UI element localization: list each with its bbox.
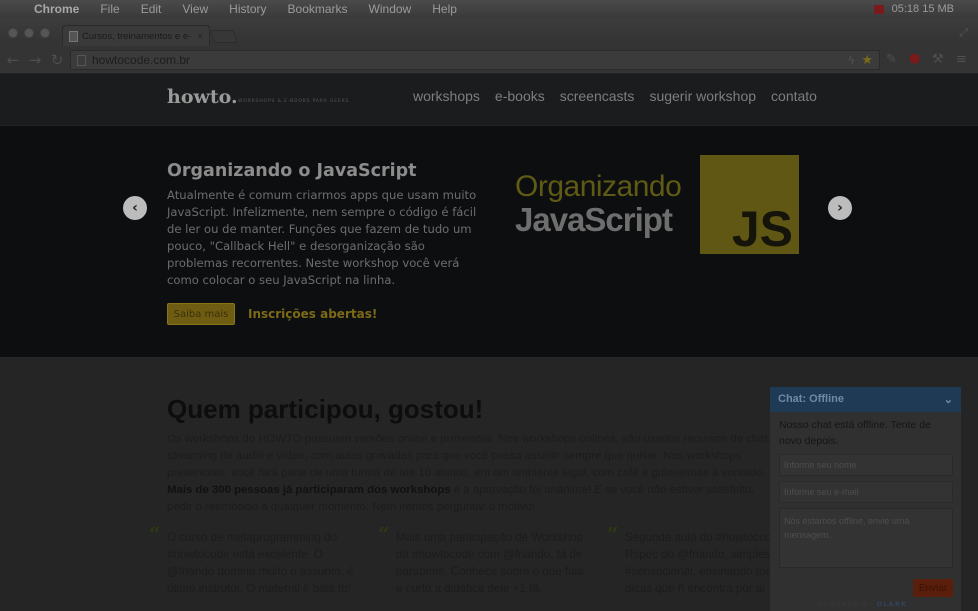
section-text-part1: Os workshops do HOWTO possuem versões on… (167, 433, 771, 479)
menu-bookmarks[interactable]: Bookmarks (288, 2, 348, 16)
powered-by-text: POWERED BY (818, 600, 877, 608)
chat-name-input[interactable]: Informe seu nome (779, 454, 953, 476)
saiba-mais-button[interactable]: Saiba mais (167, 303, 235, 325)
tab-title: Cursos, treinamentos e e- (82, 30, 192, 42)
slider-prev-button[interactable]: ‹ (123, 196, 147, 220)
site-logo[interactable]: howto. (167, 86, 238, 108)
chat-title: Chat: Offline (778, 393, 844, 405)
zoom-window-button[interactable] (40, 28, 50, 38)
js-logo: JS (700, 155, 799, 254)
browser-toolbar: ← → ↻ howtocode.com.br ϟ ★ ✎ ⬢ ⚒ ≡ (0, 46, 978, 74)
menu-view[interactable]: View (182, 2, 208, 16)
chat-widget: Chat: Offline ⌄ Nosso chat está offline.… (770, 387, 961, 611)
back-arrow-icon[interactable]: ← (2, 51, 24, 69)
registration-status: Inscrições abertas! (248, 307, 378, 321)
quote-icon: “ (149, 522, 161, 546)
page-icon (77, 54, 86, 66)
section-text-bold: Mais de 300 pessoas já participaram dos … (167, 484, 451, 496)
url-text[interactable]: howtocode.com.br (92, 53, 190, 67)
lightning-icon[interactable]: ϟ (848, 54, 855, 67)
section-title: Quem participou, gostou! (167, 394, 484, 424)
menu-file[interactable]: File (100, 2, 119, 16)
chevron-left-icon: ‹ (132, 200, 138, 216)
pin-extension-icon[interactable]: ✎ (886, 52, 897, 67)
tab-close-icon[interactable]: × (197, 31, 203, 42)
menubar-status-text: 05:18 15 MB (891, 3, 954, 15)
nav-sugerir-workshop[interactable]: sugerir workshop (649, 88, 756, 104)
hero-title: Organizando o JavaScript (167, 161, 417, 181)
chat-header[interactable]: Chat: Offline ⌄ (770, 387, 961, 412)
nav-screencasts[interactable]: screencasts (560, 88, 635, 104)
chat-email-input[interactable]: Informe seu e-mail (779, 481, 953, 503)
battery-icon (873, 4, 884, 14)
olark-brand: OLARK (876, 600, 908, 608)
menu-history[interactable]: History (229, 2, 266, 16)
menu-help[interactable]: Help (432, 2, 457, 16)
quote-icon: “ (378, 522, 390, 546)
slider-next-button[interactable]: › (828, 196, 852, 220)
site-nav: workshops e-books screencasts sugerir wo… (413, 88, 817, 104)
reload-icon[interactable]: ↻ (46, 51, 68, 69)
site-tagline: WORKSHOPS & E-BOOKS PARA GEEKS (238, 99, 350, 104)
nav-ebooks[interactable]: e-books (495, 88, 545, 104)
hero-description: Atualmente é comum criarmos apps que usa… (167, 188, 477, 287)
chevron-down-icon[interactable]: ⌄ (944, 393, 953, 406)
bookmark-star-icon[interactable]: ★ (861, 53, 873, 68)
adblock-extension-icon[interactable]: ⬢ (909, 52, 920, 67)
site-header: howto. WORKSHOPS & E-BOOKS PARA GEEKS wo… (0, 74, 978, 125)
menu-window[interactable]: Window (369, 2, 412, 16)
wrench-icon[interactable]: ⚒ (932, 52, 944, 67)
chat-powered-by: POWERED BY OLARK (818, 600, 907, 608)
testimonial-text: O curso de metaprogramming do #howtocode… (167, 531, 354, 595)
quote-icon: “ (607, 522, 619, 546)
nav-workshops[interactable]: workshops (413, 88, 480, 104)
menu-icon[interactable]: ≡ (956, 52, 967, 67)
chat-message-textarea[interactable]: Nós estamos offline, envie uma mensagem. (779, 508, 953, 568)
new-tab-button[interactable] (209, 30, 239, 43)
tab-strip: Cursos, treinamentos e e- × ⤢ (0, 18, 978, 46)
hero-image-line2: JavaScript (515, 201, 673, 238)
hero-slider: ‹ › Organizando o JavaScript Atualmente … (0, 125, 978, 357)
testimonial-2: “ Mais uma participação de Workshop da #… (378, 524, 592, 597)
address-bar[interactable]: howtocode.com.br ϟ ★ (70, 50, 880, 70)
page-favicon-icon (69, 30, 78, 42)
hero-image-line1: Organizando (515, 170, 682, 203)
chat-offline-message: Nosso chat está offline. Tente de novo d… (779, 419, 931, 447)
fullscreen-icon[interactable]: ⤢ (959, 26, 968, 40)
testimonial-1: “ O curso de metaprogramming do #howtoco… (149, 524, 367, 597)
forward-arrow-icon[interactable]: → (24, 51, 46, 69)
window-controls (8, 28, 50, 38)
section-text: Os workshops do HOWTO possuem versões on… (167, 431, 777, 516)
nav-contato[interactable]: contato (771, 88, 817, 104)
menu-edit[interactable]: Edit (141, 2, 162, 16)
browser-tab[interactable]: Cursos, treinamentos e e- × (62, 25, 210, 46)
testimonial-text: Mais uma participação de Workshop da #ho… (396, 531, 584, 595)
minimize-window-button[interactable] (24, 28, 34, 38)
close-window-button[interactable] (8, 28, 18, 38)
menubar-status: 05:18 15 MB (873, 0, 954, 18)
menu-app[interactable]: Chrome (34, 2, 79, 16)
chevron-right-icon: › (837, 200, 843, 216)
chat-send-button[interactable]: Enviar (913, 579, 953, 597)
mac-menubar: Chrome File Edit View History Bookmarks … (0, 0, 978, 18)
